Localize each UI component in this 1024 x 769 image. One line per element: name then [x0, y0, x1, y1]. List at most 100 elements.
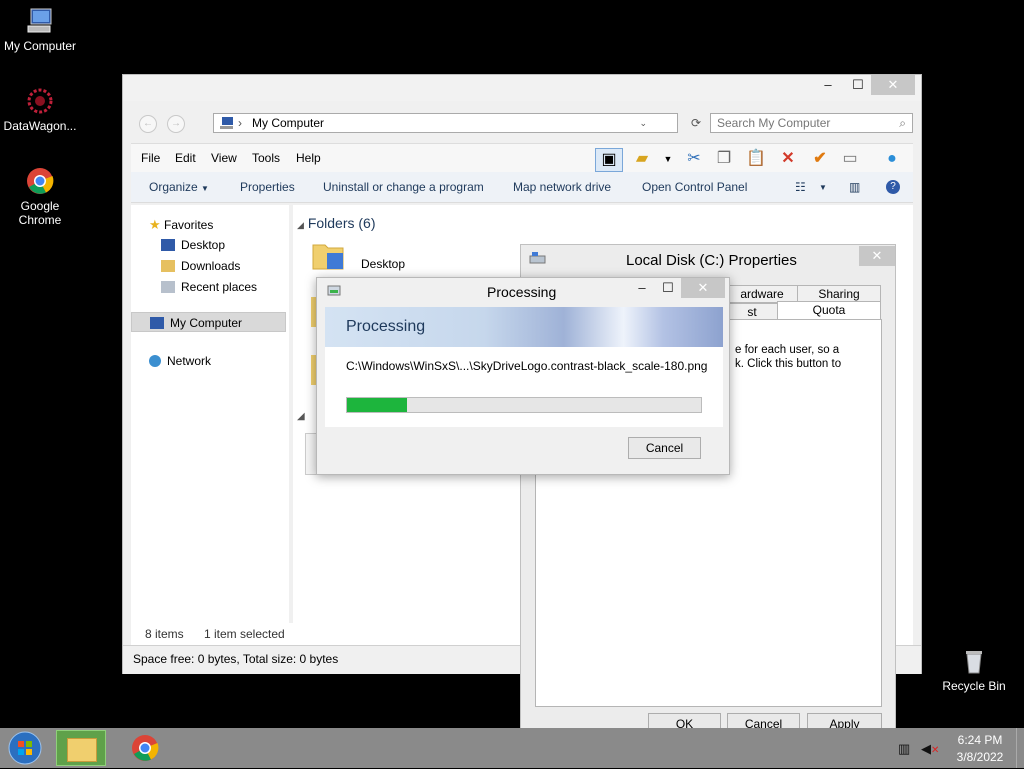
- search-input[interactable]: Search My Computer ⌕: [710, 113, 913, 133]
- open-control-panel-button[interactable]: Open Control Panel: [642, 180, 747, 194]
- processing-body: C:\Windows\WinSxS\...\SkyDriveLogo.contr…: [325, 347, 723, 427]
- folders-group-header[interactable]: ◢ Folders (6): [297, 215, 376, 231]
- computer-icon: [25, 6, 55, 36]
- forward-button[interactable]: →: [167, 115, 185, 133]
- chevron-down-icon[interactable]: ⌄: [639, 114, 647, 132]
- folder-label[interactable]: Desktop: [361, 257, 405, 271]
- clock-date: 3/8/2022: [956, 750, 1004, 764]
- nav-item-label: Recent places: [181, 280, 258, 294]
- desktop-icon: [161, 239, 175, 251]
- nav-item-network[interactable]: Network: [149, 354, 211, 368]
- menu-help[interactable]: Help: [296, 151, 321, 165]
- paste-icon[interactable]: 📋: [743, 148, 769, 170]
- progress-fill: [347, 398, 408, 412]
- volume-muted-icon[interactable]: ◀✕: [921, 741, 939, 757]
- view-options-icon[interactable]: ☷: [795, 180, 806, 194]
- organize-button[interactable]: Organize ▼: [149, 180, 209, 194]
- maximize-button[interactable]: ☐: [843, 75, 873, 95]
- collapse-icon: ◢: [297, 220, 304, 230]
- clock[interactable]: 6:24 PM 3/8/2022: [952, 733, 1008, 764]
- nav-item-my-computer[interactable]: My Computer: [131, 312, 286, 332]
- network-tray-icon[interactable]: ▥: [898, 741, 910, 757]
- desktop-icon-chrome[interactable]: Google Chrome: [0, 166, 80, 227]
- layout-pane-icon[interactable]: ▣: [595, 148, 623, 172]
- chevron-down-icon[interactable]: ▼: [819, 183, 827, 192]
- datawagon-icon: [25, 86, 55, 116]
- dialog-title: Processing: [487, 284, 557, 300]
- close-button[interactable]: ✕: [681, 278, 725, 298]
- nav-favorites-label: Favorites: [164, 218, 214, 232]
- organize-label: Organize: [149, 180, 198, 194]
- nav-item-label: Network: [167, 354, 212, 368]
- breadcrumb-chevron-icon: ›: [238, 116, 242, 130]
- address-text: My Computer: [252, 116, 325, 130]
- menu-view[interactable]: View: [211, 151, 237, 165]
- start-button[interactable]: [6, 730, 44, 766]
- close-button[interactable]: ✕: [871, 75, 915, 95]
- uninstall-button[interactable]: Uninstall or change a program: [323, 180, 484, 194]
- star-icon: ★: [149, 217, 161, 232]
- recent-places-icon: [161, 281, 175, 293]
- delete-icon[interactable]: ✕: [775, 148, 801, 170]
- copy-icon[interactable]: ❐: [711, 148, 737, 170]
- folder-check-icon[interactable]: ▰: [629, 148, 655, 170]
- properties-button[interactable]: Properties: [240, 180, 295, 194]
- folder-icon: [67, 738, 97, 762]
- nav-item-downloads[interactable]: Downloads: [161, 259, 240, 273]
- preview-pane-icon[interactable]: ▥: [849, 180, 860, 194]
- map-network-drive-button[interactable]: Map network drive: [513, 180, 611, 194]
- folder-icon[interactable]: [311, 239, 345, 273]
- search-placeholder: Search My Computer: [717, 116, 831, 130]
- rename-icon[interactable]: ▭: [837, 148, 863, 170]
- address-bar[interactable]: › My Computer ⌄ ⟳: [213, 113, 701, 135]
- back-button[interactable]: ←: [139, 115, 157, 133]
- minimize-button[interactable]: –: [813, 75, 843, 95]
- show-desktop-button[interactable]: [1016, 728, 1024, 768]
- processing-icon: [327, 284, 343, 298]
- taskbar-explorer-button[interactable]: [56, 730, 106, 766]
- maximize-button[interactable]: ☐: [653, 278, 683, 298]
- folders-header-label: Folders (6): [307, 215, 376, 231]
- desktop-icon-recycle-bin[interactable]: Recycle Bin: [934, 646, 1014, 693]
- dialog-title: Local Disk (C:) Properties: [626, 252, 797, 269]
- close-button[interactable]: ✕: [859, 246, 895, 266]
- quota-text: k. Click this button to: [735, 358, 842, 370]
- space-info: Space free: 0 bytes, Total size: 0 bytes: [133, 652, 339, 666]
- menu-tools[interactable]: Tools: [252, 151, 280, 165]
- downloads-icon: [161, 260, 175, 272]
- selected-count: 1 item selected: [204, 627, 285, 641]
- file-path: C:\Windows\WinSxS\...\SkyDriveLogo.contr…: [346, 359, 708, 373]
- nav-item-recent-places[interactable]: Recent places: [161, 280, 257, 294]
- cancel-button[interactable]: Cancel: [628, 437, 701, 459]
- desktop-icon-my-computer[interactable]: My Computer: [0, 6, 80, 53]
- chrome-icon: [132, 735, 159, 761]
- desktop-icon-datawagon[interactable]: DataWagon...: [0, 86, 80, 133]
- menu-file[interactable]: File: [141, 151, 160, 165]
- navigation-pane: ★ Favorites Desktop Downloads Recent pla…: [131, 205, 289, 635]
- nav-favorites[interactable]: ★ Favorites: [149, 217, 213, 233]
- search-icon[interactable]: ⌕: [899, 114, 906, 132]
- checkmark-icon[interactable]: ✔: [807, 148, 833, 170]
- help-icon[interactable]: ?: [886, 180, 900, 194]
- menu-bar: File Edit View Tools Help ▣ ▰ ▼ ✂ ❐ 📋 ✕ …: [131, 143, 913, 172]
- processing-banner: Processing: [325, 307, 723, 347]
- menu-edit[interactable]: Edit: [175, 151, 196, 165]
- progress-bar: [346, 397, 702, 413]
- chevron-down-icon[interactable]: ▼: [655, 148, 681, 170]
- drive-icon: [529, 251, 547, 265]
- explorer-titlebar: – ☐ ✕: [123, 75, 921, 101]
- nav-item-desktop[interactable]: Desktop: [161, 238, 225, 252]
- globe-icon[interactable]: ●: [879, 148, 905, 170]
- chevron-down-icon: ▼: [201, 184, 209, 193]
- tab-quota[interactable]: Quota: [777, 301, 881, 320]
- nav-item-label: Downloads: [181, 259, 241, 273]
- recycle-bin-icon: [959, 646, 989, 676]
- taskbar: ▥ ◀✕ 6:24 PM 3/8/2022: [0, 728, 1024, 768]
- cut-icon[interactable]: ✂: [681, 148, 707, 170]
- computer-icon: [150, 317, 164, 329]
- collapse-icon[interactable]: ◢: [297, 411, 305, 422]
- refresh-icon[interactable]: ⟳: [691, 114, 701, 132]
- taskbar-chrome-button[interactable]: [130, 733, 160, 763]
- nav-item-label: My Computer: [170, 316, 243, 330]
- computer-icon: [219, 116, 235, 135]
